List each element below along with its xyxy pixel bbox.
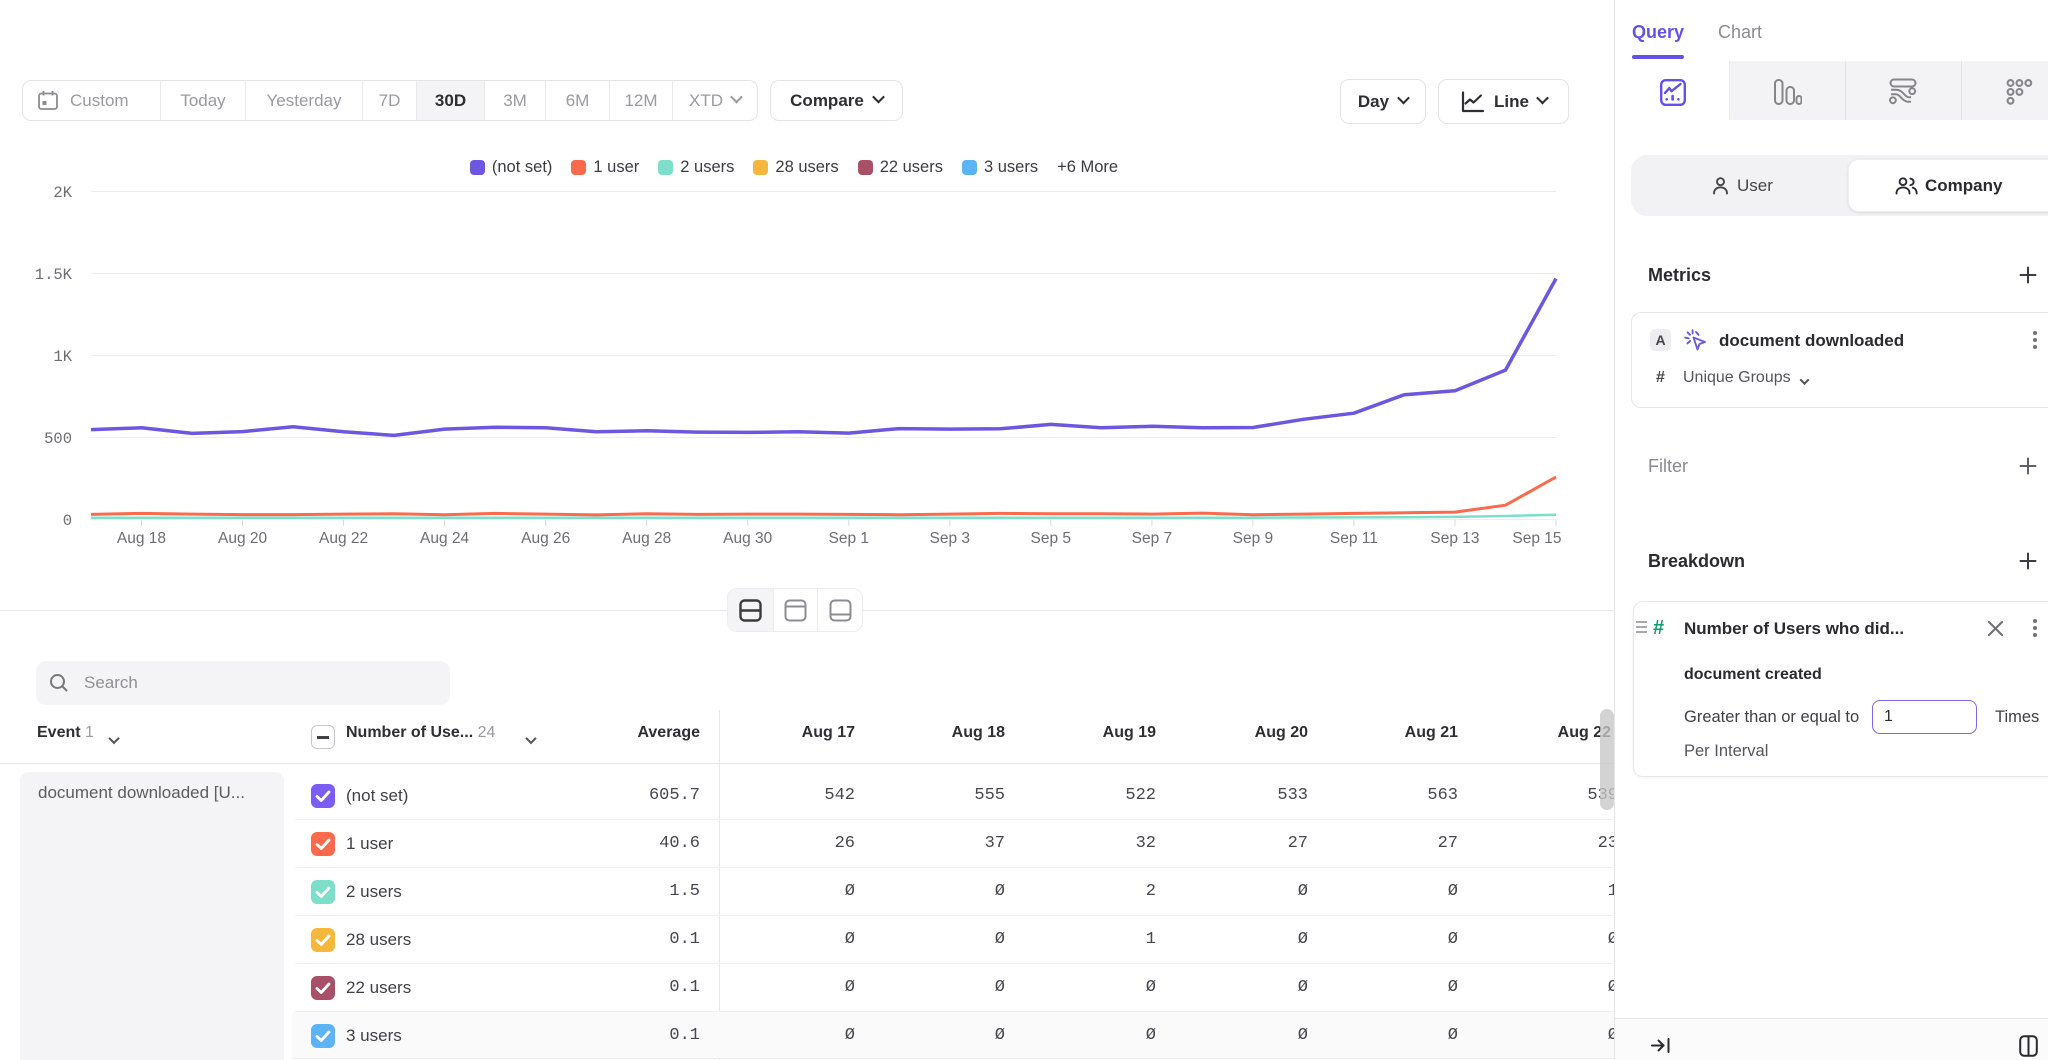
- svg-text:Aug 18: Aug 18: [117, 530, 166, 547]
- svg-text:Sep 11: Sep 11: [1330, 530, 1378, 547]
- svg-text:Sep 3: Sep 3: [930, 530, 971, 547]
- svg-text:0: 0: [63, 512, 72, 530]
- svg-text:Aug 26: Aug 26: [521, 530, 570, 547]
- svg-text:1.5K: 1.5K: [35, 266, 73, 284]
- svg-text:Sep 5: Sep 5: [1031, 530, 1072, 547]
- svg-text:1K: 1K: [53, 348, 72, 366]
- svg-text:Aug 20: Aug 20: [218, 530, 268, 547]
- svg-text:Sep 15: Sep 15: [1512, 530, 1561, 547]
- svg-text:Aug 24: Aug 24: [420, 530, 470, 547]
- svg-text:Aug 22: Aug 22: [319, 530, 368, 547]
- svg-text:Aug 28: Aug 28: [622, 530, 671, 547]
- svg-text:2K: 2K: [53, 184, 72, 202]
- svg-text:500: 500: [44, 430, 72, 448]
- svg-text:Sep 13: Sep 13: [1430, 530, 1479, 547]
- svg-text:Sep 1: Sep 1: [829, 530, 870, 547]
- svg-text:Sep 9: Sep 9: [1233, 530, 1274, 547]
- svg-text:Sep 7: Sep 7: [1132, 530, 1173, 547]
- svg-text:Aug 30: Aug 30: [723, 530, 773, 547]
